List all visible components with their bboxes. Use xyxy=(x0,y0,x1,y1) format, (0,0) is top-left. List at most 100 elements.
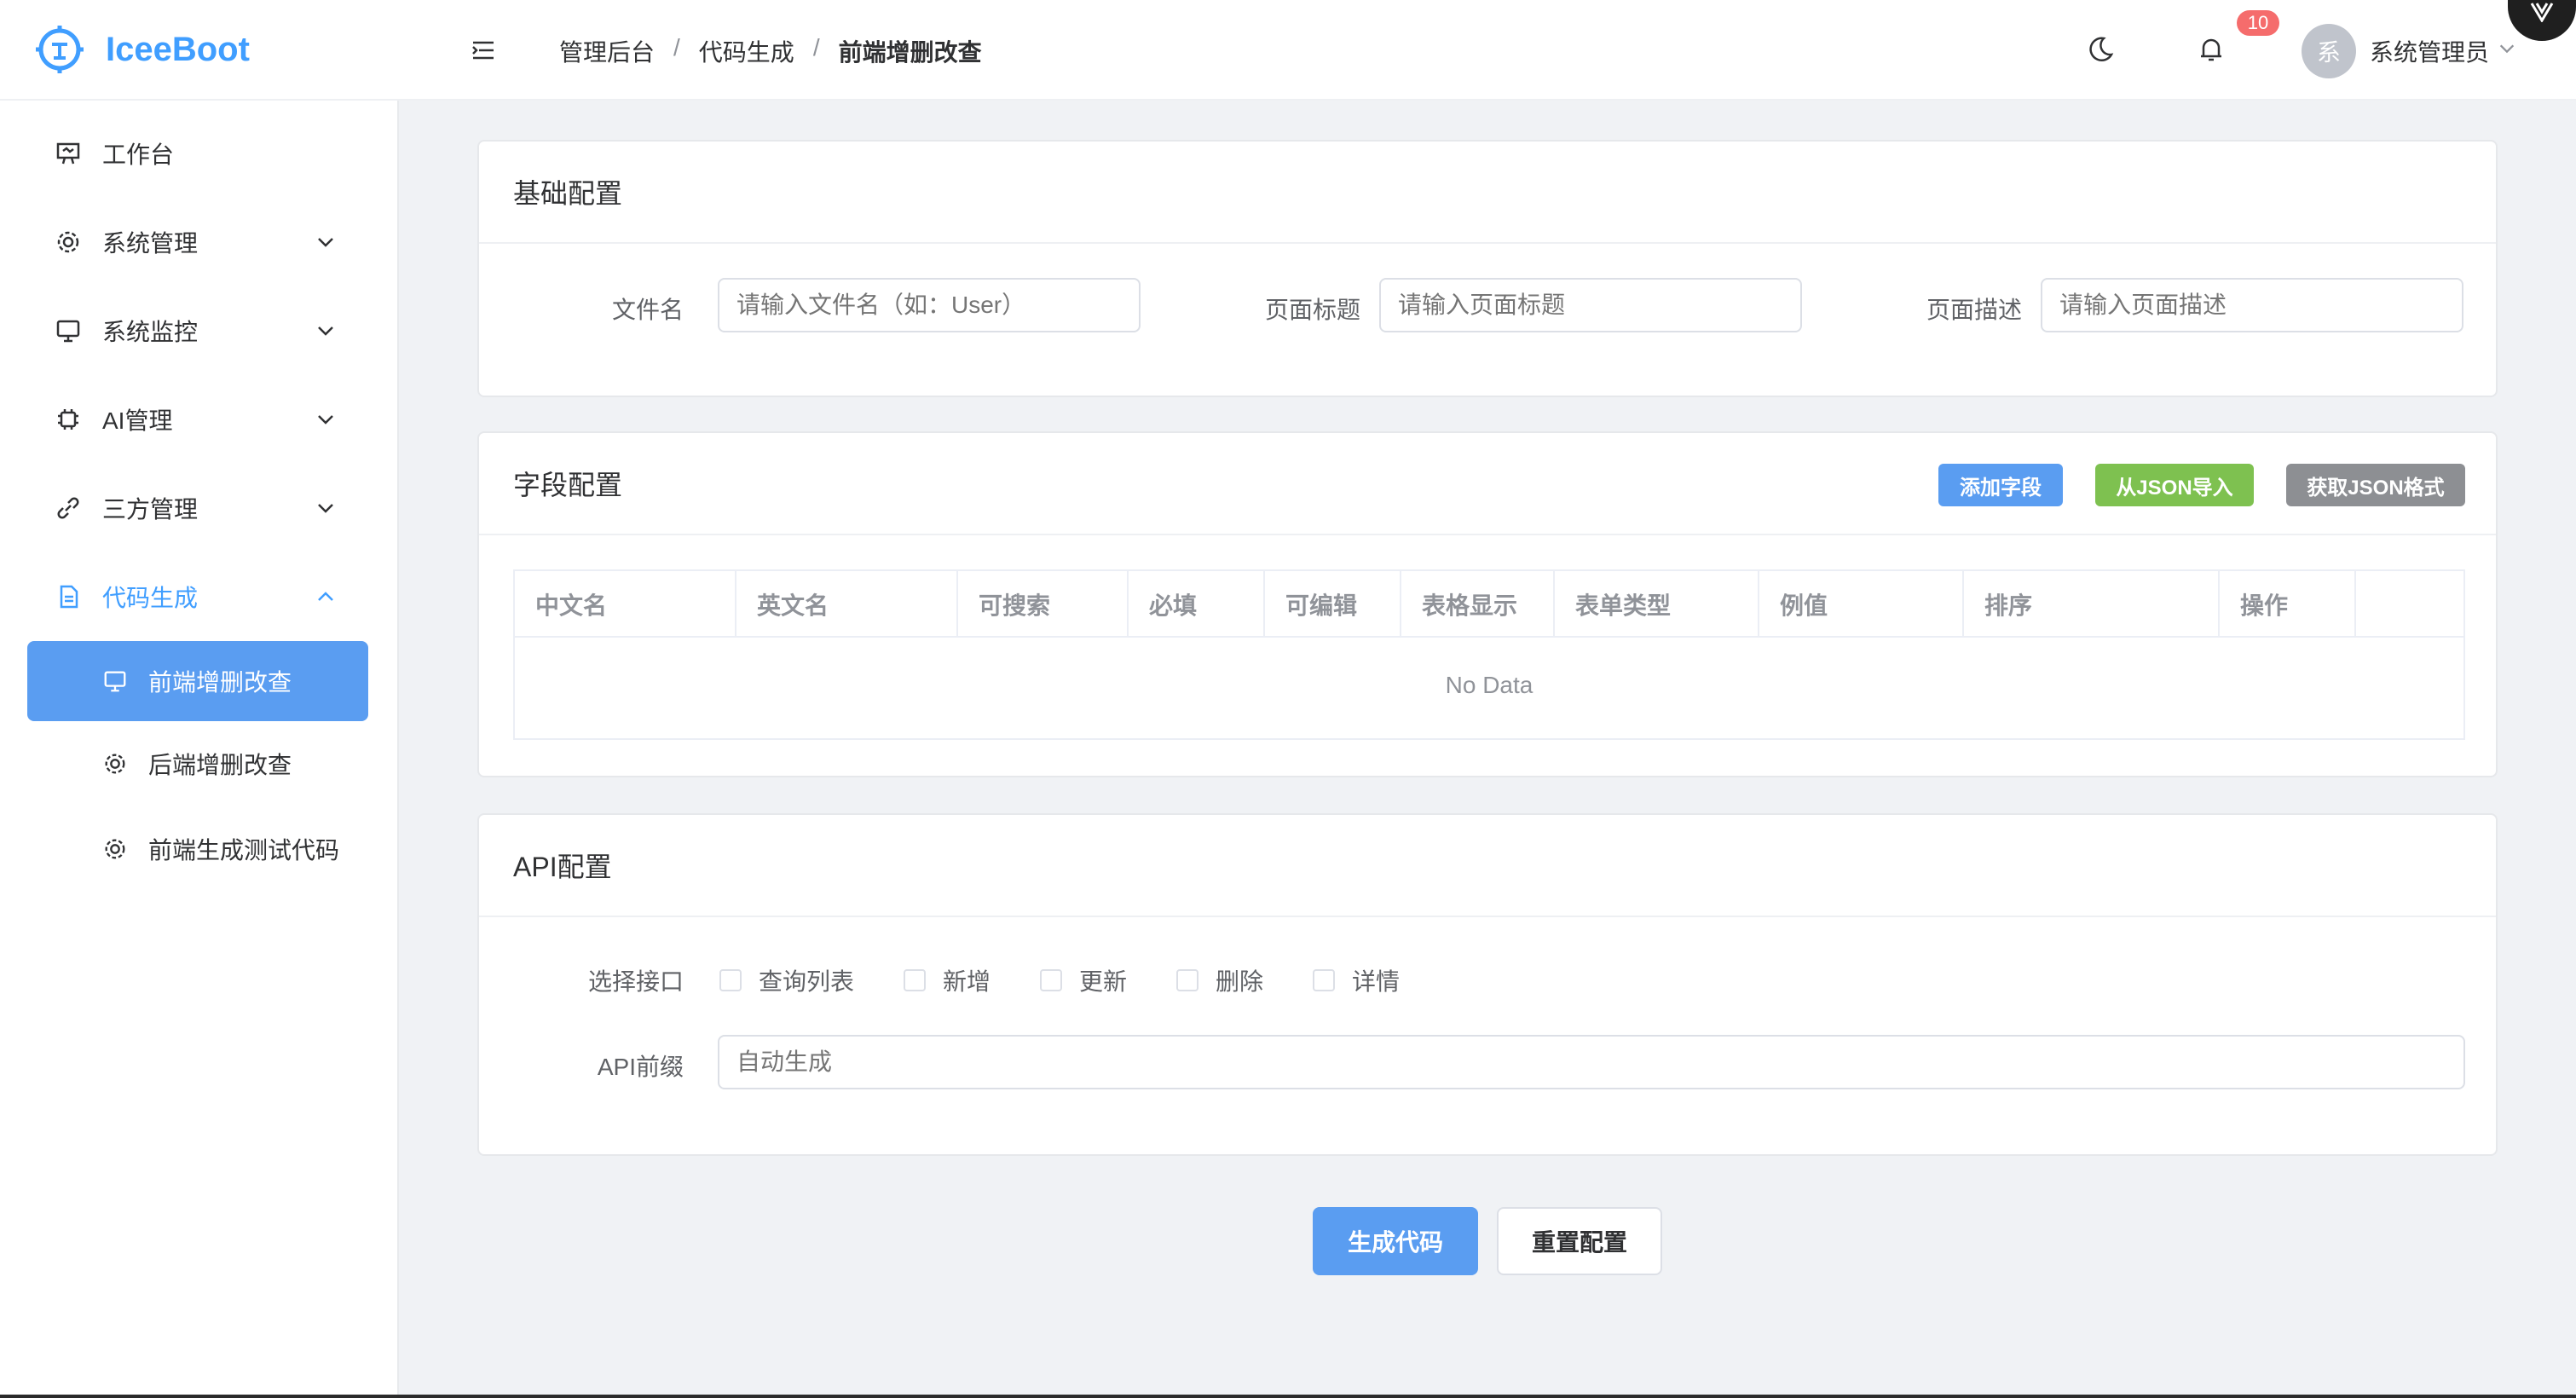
sidebar-item-dashboard[interactable]: 工作台 xyxy=(0,109,397,198)
reset-config-button[interactable]: 重置配置 xyxy=(1497,1207,1662,1275)
document-icon xyxy=(60,585,78,609)
get-json-format-button[interactable]: 获取JSON格式 xyxy=(2286,464,2465,506)
generate-code-button[interactable]: 生成代码 xyxy=(1313,1207,1478,1275)
fields-table: 中文名 英文名 可搜索 必填 可编辑 表格显示 表单类型 例值 排序 操作 No… xyxy=(513,569,2465,740)
gear-icon xyxy=(105,839,125,859)
sidebar-menu: 工作台 系统管理 系统监控 AI管理 三方管理 代码生成 前端增删改查 后端增删… xyxy=(0,101,397,892)
breadcrumb-current: 前端增删改查 xyxy=(838,39,982,66)
logo-icon xyxy=(36,26,84,73)
username[interactable]: 系统管理员 xyxy=(2370,34,2489,68)
page-title-input[interactable] xyxy=(1379,278,1802,332)
dashboard-icon xyxy=(56,142,80,165)
sidebar-item-monitor[interactable]: 系统监控 xyxy=(0,286,397,375)
sidebar-item-label: AI管理 xyxy=(102,407,173,434)
api-prefix-input[interactable] xyxy=(718,1035,2465,1089)
checkbox-box[interactable] xyxy=(904,969,926,991)
filename-input[interactable] xyxy=(718,278,1141,332)
checkbox-create[interactable]: 新增 xyxy=(904,963,991,997)
select-api-label: 选择接口 xyxy=(587,968,684,995)
sidebar-subitem-label: 前端生成测试代码 xyxy=(148,837,340,864)
basic-config-card: 基础配置 文件名 页面标题 页面描述 xyxy=(477,140,2498,397)
checkbox-label: 查询列表 xyxy=(759,968,855,995)
checkbox-box[interactable] xyxy=(1176,969,1198,991)
sidebar-subitem-frontend-test[interactable]: 前端生成测试代码 xyxy=(0,806,397,892)
column-header: 例值 xyxy=(1759,571,1964,638)
column-header: 可编辑 xyxy=(1265,571,1401,638)
bottom-edge xyxy=(0,1395,2576,1398)
sidebar-item-third-party[interactable]: 三方管理 xyxy=(0,464,397,552)
chevron-down-icon xyxy=(318,504,333,513)
column-header: 操作 xyxy=(2220,571,2356,638)
checkbox-box[interactable] xyxy=(1313,969,1335,991)
checkbox-delete[interactable]: 删除 xyxy=(1176,963,1263,997)
column-header: 排序 xyxy=(1964,571,2220,638)
sidebar-item-ai[interactable]: AI管理 xyxy=(0,375,397,464)
sidebar-item-codegen[interactable]: 代码生成 xyxy=(0,552,397,641)
app-name: IceeBoot xyxy=(106,30,250,68)
sidebar-subitem-backend-crud[interactable]: 后端增删改查 xyxy=(0,721,397,806)
card-title: API配置 xyxy=(479,815,2496,917)
chevron-up-icon xyxy=(318,592,333,601)
column-header: 必填 xyxy=(1129,571,1265,638)
gear-icon xyxy=(105,754,125,774)
checkbox-query-list[interactable]: 查询列表 xyxy=(719,963,854,997)
top-header: 管理后台 / 代码生成 / 前端增删改查 10 系 系统管理员 xyxy=(407,0,2576,101)
sidebar-item-label: 三方管理 xyxy=(102,496,199,523)
sidebar-item-system[interactable]: 系统管理 xyxy=(0,198,397,286)
monitor-icon xyxy=(56,320,80,343)
column-header: 中文名 xyxy=(515,571,736,638)
filename-label: 文件名 xyxy=(611,297,684,323)
api-prefix-label: API前缀 xyxy=(597,1054,684,1080)
breadcrumb-separator: / xyxy=(812,34,820,61)
sidebar-item-label: 代码生成 xyxy=(102,585,199,611)
checkbox-label: 详情 xyxy=(1352,968,1401,995)
checkbox-label: 新增 xyxy=(943,968,991,995)
add-field-button[interactable]: 添加字段 xyxy=(1938,464,2063,506)
v-logo-icon xyxy=(2530,3,2554,22)
column-header: 可搜索 xyxy=(958,571,1129,638)
card-title: 基础配置 xyxy=(479,142,2496,244)
monitor-icon xyxy=(104,671,126,692)
checkbox-label: 更新 xyxy=(1079,968,1128,995)
sidebar: IceeBoot 工作台 系统管理 系统监控 AI管理 三方管理 代码生成 前端… xyxy=(0,0,407,1398)
gear-icon xyxy=(57,231,79,253)
link-icon xyxy=(57,497,79,519)
page-desc-label: 页面描述 xyxy=(1926,297,2022,323)
checkbox-label: 删除 xyxy=(1216,968,1264,995)
chip-icon xyxy=(58,409,78,430)
sidebar-item-label: 系统监控 xyxy=(102,319,199,345)
empty-text: No Data xyxy=(1445,672,1533,698)
chevron-down-icon xyxy=(318,415,333,425)
chevron-down-icon[interactable] xyxy=(2498,39,2516,58)
checkbox-box[interactable] xyxy=(1040,969,1062,991)
notification-badge: 10 xyxy=(2237,10,2279,36)
chevron-down-icon xyxy=(318,326,333,336)
column-header: 英文名 xyxy=(736,571,958,638)
api-config-card: API配置 选择接口 查询列表 新增 更新 删除 详情 API前缀 xyxy=(477,813,2498,1156)
table-header: 中文名 英文名 可搜索 必填 可编辑 表格显示 表单类型 例值 排序 操作 xyxy=(515,571,2463,638)
chevron-down-icon xyxy=(318,238,333,247)
avatar[interactable]: 系 xyxy=(2302,24,2356,78)
sidebar-item-label: 系统管理 xyxy=(102,230,199,257)
sidebar-item-label: 工作台 xyxy=(102,142,175,168)
page-desc-input[interactable] xyxy=(2041,278,2463,332)
column-header: 表格显示 xyxy=(1401,571,1555,638)
column-header: 表单类型 xyxy=(1555,571,1759,638)
import-json-button[interactable]: 从JSON导入 xyxy=(2095,464,2254,506)
bell-icon[interactable] xyxy=(2196,34,2227,65)
checkbox-update[interactable]: 更新 xyxy=(1040,963,1127,997)
field-config-card: 字段配置 添加字段 从JSON导入 获取JSON格式 中文名 英文名 可搜索 必… xyxy=(477,431,2498,777)
menu-toggle-icon[interactable] xyxy=(471,38,496,63)
moon-icon[interactable] xyxy=(2085,34,2116,65)
page-title-label: 页面标题 xyxy=(1264,297,1360,323)
breadcrumb-item[interactable]: 管理后台 xyxy=(559,34,655,68)
breadcrumb: 管理后台 / 代码生成 / 前端增删改查 xyxy=(559,34,982,68)
sidebar-subitem-frontend-crud[interactable]: 前端增删改查 xyxy=(27,641,368,721)
sidebar-subitem-label: 前端增删改查 xyxy=(148,669,292,696)
breadcrumb-item[interactable]: 代码生成 xyxy=(699,34,794,68)
checkbox-box[interactable] xyxy=(719,969,742,991)
sidebar-subitem-label: 后端增删改查 xyxy=(148,752,292,778)
logo[interactable]: IceeBoot xyxy=(0,0,407,101)
breadcrumb-separator: / xyxy=(673,34,680,61)
checkbox-detail[interactable]: 详情 xyxy=(1313,963,1400,997)
